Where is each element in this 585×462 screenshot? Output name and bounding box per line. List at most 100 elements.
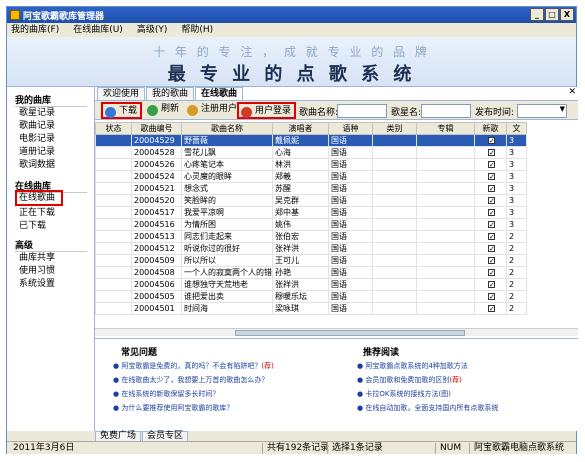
cell-new-song[interactable]: ✓ [474,230,507,243]
song-name-input[interactable] [337,104,387,118]
reading-link[interactable]: ● 在线自动加歌，全面支持国内所有点歌系统 [357,403,498,413]
sidebar-item-albums[interactable]: 道册记录 [19,146,55,158]
singer-name-input[interactable] [421,104,471,118]
cell-album [416,254,475,267]
menu-advanced[interactable]: 高级(Y) [137,23,168,37]
checkbox-icon[interactable]: ✓ [488,197,495,205]
cell-new-song[interactable]: ✓ [474,242,507,255]
checkbox-icon[interactable]: ✓ [488,137,495,145]
checkbox-icon[interactable]: ✓ [488,281,495,289]
col-song-id[interactable]: 歌曲编号 [131,122,182,135]
col-singer[interactable]: 演唱者 [272,122,329,135]
col-album[interactable]: 专辑 [416,122,475,135]
cell-status [95,302,132,315]
reading-link[interactable]: ● 卡拉OK系统的接线方法(图) [357,389,451,399]
col-category[interactable]: 类别 [372,122,417,135]
cell-new-song[interactable]: ✓ [474,182,507,195]
table-row[interactable]: 20004516 为情所困 姚伟 国语 ✓ 3 [95,218,527,231]
cell-new-song[interactable]: ✓ [474,206,507,219]
table-row[interactable]: 20004508 一个人的寂寞两个人的错 孙艳 国语 ✓ 2 [95,266,527,279]
checkbox-icon[interactable]: ✓ [488,233,495,241]
sidebar-item-singers[interactable]: 歌星记录 [19,107,55,119]
checkbox-icon[interactable]: ✓ [488,257,495,265]
tab-online-songs[interactable]: 在线歌曲 [195,87,244,100]
cell-new-song[interactable]: ✓ [474,302,507,315]
checkbox-icon[interactable]: ✓ [488,269,495,277]
checkbox-icon[interactable]: ✓ [488,149,495,157]
cell-new-song[interactable]: ✓ [474,134,507,147]
cell-new-song[interactable]: ✓ [474,254,507,267]
cell-new-song[interactable]: ✓ [474,218,507,231]
table-row[interactable]: 20004506 谁想独守天荒地老 张祥洪 国语 ✓ 2 [95,278,527,291]
checkbox-icon[interactable]: ✓ [488,161,495,169]
table-row[interactable]: 20004501 时间海 梁咏琪 国语 ✓ 2 [95,302,527,315]
faq-link[interactable]: ● 阿宝歌霸是免费的，真的吗？不会有陷阱吧？(荐) [113,361,274,371]
register-button[interactable]: 注册用户 [185,102,240,119]
sidebar-item-system-settings[interactable]: 系统设置 [19,278,55,290]
cell-new-song[interactable]: ✓ [474,266,507,279]
cell-new-song[interactable]: ✓ [474,146,507,159]
col-status[interactable]: 状态 [95,122,132,135]
menu-online-library[interactable]: 在线曲库(U) [73,23,123,37]
checkbox-icon[interactable]: ✓ [488,293,495,301]
register-label: 注册用户 [201,104,238,114]
tab-close-icon[interactable]: ✕ [568,87,576,97]
table-row[interactable]: 20004529 野蔷薇 戴佩妮 国语 ✓ 3 [95,134,527,147]
cell-new-song[interactable]: ✓ [474,290,507,303]
refresh-button[interactable]: 刷新 [145,102,182,119]
horizontal-scrollbar[interactable] [95,328,578,336]
table-row[interactable]: 20004505 谁把爱出卖 穆暖乐坛 国语 ✓ 2 [95,290,527,303]
sidebar-item-downloaded[interactable]: 已下载 [19,220,46,232]
cell-singer: 张祥洪 [272,278,329,291]
cell-new-song[interactable]: ✓ [474,170,507,183]
sidebar-item-online-songs[interactable]: 在线歌曲 [15,190,64,206]
checkbox-icon[interactable]: ✓ [488,245,495,253]
col-song-name[interactable]: 歌曲名称 [181,122,273,135]
menu-my-library[interactable]: 我的曲库(F) [11,23,59,37]
download-button[interactable]: 下载 [101,102,143,119]
table-row[interactable]: 20004513 同志们走起来 张伯宏 国语 ✓ 2 [95,230,527,243]
maximize-button[interactable]: □ [545,8,559,21]
sidebar-item-lyrics[interactable]: 歌词数据 [19,159,55,171]
cell-extra: 2 [506,266,527,279]
reading-link[interactable]: ● 会员加歌和免费加歌的区别(荐) [357,375,462,385]
menu-help[interactable]: 帮助(H) [181,23,213,37]
table-row[interactable]: 20004526 心疼笔记本 林洪 国语 ✓ 3 [95,158,527,171]
sidebar-item-usage-habits[interactable]: 使用习惯 [19,265,55,277]
sidebar-item-songs[interactable]: 歌曲记录 [19,120,55,132]
table-row[interactable]: 20004521 想念式 苏醒 国语 ✓ 3 [95,182,527,195]
checkbox-icon[interactable]: ✓ [488,305,495,313]
cell-status [95,230,132,243]
faq-link[interactable]: ● 在线系统的新歌保留多长时间？ [113,389,219,399]
checkbox-icon[interactable]: ✓ [488,221,495,229]
table-row[interactable]: 20004509 所以所以 王可儿 国语 ✓ 2 [95,254,527,267]
tab-my-songs[interactable]: 我的歌曲 [146,87,195,100]
reading-link[interactable]: ● 阿宝歌霸点歌系统的4种加歌方法 [357,361,468,371]
scrollbar-thumb[interactable] [235,330,465,336]
faq-link[interactable]: ● 为什么要推荐使用阿宝歌霸的歌库？ [113,403,233,413]
col-extra[interactable]: 文 [506,122,527,135]
login-button[interactable]: 用户登录 [237,102,297,119]
cell-new-song[interactable]: ✓ [474,158,507,171]
checkbox-icon[interactable]: ✓ [488,209,495,217]
cell-extra: 3 [506,134,527,147]
tab-welcome[interactable]: 欢迎使用 [97,87,146,100]
sidebar-item-library-share[interactable]: 曲库共享 [19,252,55,264]
checkbox-icon[interactable]: ✓ [488,173,495,181]
table-row[interactable]: 20004512 听说你过的很好 张祥洪 国语 ✓ 2 [95,242,527,255]
sidebar-item-movies[interactable]: 电影记录 [19,133,55,145]
faq-link[interactable]: ● 在线歌曲太少了，我想要上万首的歌曲怎么办？ [113,375,268,385]
minimize-button[interactable]: _ [530,8,544,21]
col-language[interactable]: 语种 [328,122,373,135]
checkbox-icon[interactable]: ✓ [488,185,495,193]
table-row[interactable]: 20004520 笑脸眸的 吴克群 国语 ✓ 3 [95,194,527,207]
table-row[interactable]: 20004528 雪花儿飘 心海 国语 ✓ 3 [95,146,527,159]
publish-time-select[interactable]: ▼ [517,104,567,118]
close-button[interactable]: X [560,8,574,21]
col-new-song[interactable]: 新歌 [474,122,507,135]
sidebar-item-downloading[interactable]: 正在下载 [19,207,55,219]
cell-new-song[interactable]: ✓ [474,278,507,291]
table-row[interactable]: 20004517 我爱平凉啊 郑中基 国语 ✓ 3 [95,206,527,219]
cell-new-song[interactable]: ✓ [474,194,507,207]
table-row[interactable]: 20004524 心灵魔的眼眸 郑羲 国语 ✓ 3 [95,170,527,183]
